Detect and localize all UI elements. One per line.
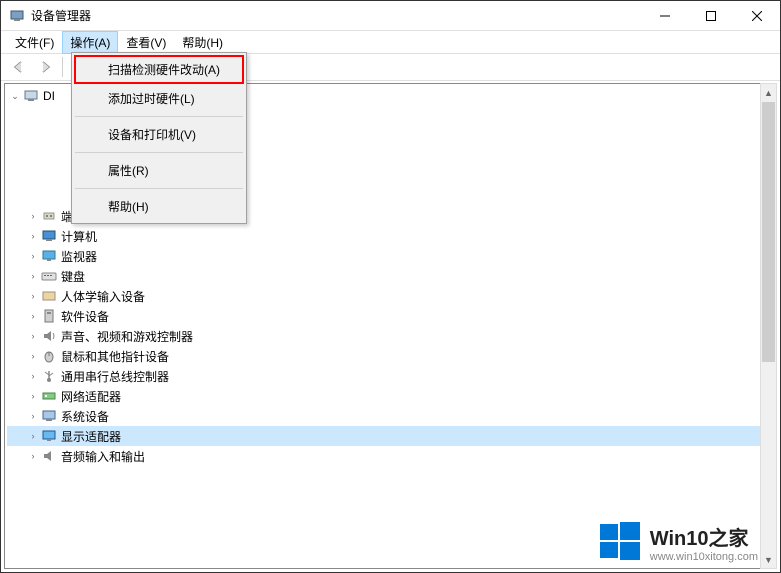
- menu-separator: [75, 188, 243, 189]
- tree-item-computer[interactable]: ›计算机: [7, 226, 774, 246]
- hid-icon: [41, 288, 57, 304]
- titlebar: 设备管理器: [1, 1, 780, 31]
- expand-icon[interactable]: ›: [25, 388, 41, 404]
- software-icon: [41, 308, 57, 324]
- expand-icon[interactable]: ›: [25, 288, 41, 304]
- scroll-down-button[interactable]: ▼: [761, 551, 776, 568]
- menu-add-legacy-hardware[interactable]: 添加过时硬件(L): [74, 84, 244, 113]
- window-controls: [642, 1, 780, 31]
- menu-separator: [75, 152, 243, 153]
- menu-help[interactable]: 帮助(H): [74, 192, 244, 221]
- menubar: 文件(F) 操作(A) 查看(V) 帮助(H): [1, 31, 780, 53]
- tree-item-software[interactable]: ›软件设备: [7, 306, 774, 326]
- usb-icon: [41, 368, 57, 384]
- vertical-scrollbar[interactable]: ▲ ▼: [760, 83, 777, 569]
- collapse-icon[interactable]: ⌄: [7, 88, 23, 104]
- menu-devices-printers[interactable]: 设备和打印机(V): [74, 120, 244, 149]
- menu-separator: [75, 116, 243, 117]
- mouse-icon: [41, 348, 57, 364]
- expand-icon[interactable]: ›: [25, 228, 41, 244]
- system-icon: [41, 408, 57, 424]
- expand-icon[interactable]: ›: [25, 408, 41, 424]
- expand-icon[interactable]: ›: [25, 248, 41, 264]
- scroll-up-button[interactable]: ▲: [761, 84, 776, 101]
- tree-item-keyboard[interactable]: ›键盘: [7, 266, 774, 286]
- menu-help[interactable]: 帮助(H): [174, 31, 231, 54]
- expand-icon[interactable]: ›: [25, 348, 41, 364]
- computer-icon: [41, 228, 57, 244]
- monitor-icon: [41, 248, 57, 264]
- expand-icon[interactable]: ›: [25, 368, 41, 384]
- tree-item-mouse[interactable]: ›鼠标和其他指针设备: [7, 346, 774, 366]
- expand-icon[interactable]: ›: [25, 428, 41, 444]
- tree-item-display[interactable]: ›显示适配器: [7, 426, 774, 446]
- tree-item-usb[interactable]: ›通用串行总线控制器: [7, 366, 774, 386]
- window-title: 设备管理器: [31, 7, 642, 24]
- computer-icon: [23, 88, 39, 104]
- expand-icon[interactable]: ›: [25, 448, 41, 464]
- app-icon: [9, 8, 25, 24]
- menu-action[interactable]: 操作(A): [62, 31, 118, 54]
- menu-scan-hardware[interactable]: 扫描检测硬件改动(A): [74, 55, 244, 84]
- expand-icon[interactable]: ›: [25, 308, 41, 324]
- network-icon: [41, 388, 57, 404]
- tree-item-audioio[interactable]: ›音频输入和输出: [7, 446, 774, 466]
- action-dropdown: 扫描检测硬件改动(A) 添加过时硬件(L) 设备和打印机(V) 属性(R) 帮助…: [71, 52, 247, 224]
- tree-item-monitor[interactable]: ›监视器: [7, 246, 774, 266]
- menu-view[interactable]: 查看(V): [118, 31, 174, 54]
- audioio-icon: [41, 448, 57, 464]
- toolbar-separator: [62, 57, 63, 77]
- maximize-button[interactable]: [688, 1, 734, 31]
- scrollbar-thumb[interactable]: [762, 102, 775, 362]
- expand-icon[interactable]: ›: [25, 208, 41, 224]
- audio-icon: [41, 328, 57, 344]
- expand-icon[interactable]: ›: [25, 328, 41, 344]
- keyboard-icon: [41, 268, 57, 284]
- tree-root-label: DI: [43, 89, 55, 103]
- tree-item-audio[interactable]: ›声音、视频和游戏控制器: [7, 326, 774, 346]
- close-button[interactable]: [734, 1, 780, 31]
- tree-item-system[interactable]: ›系统设备: [7, 406, 774, 426]
- forward-button[interactable]: [33, 56, 57, 78]
- tree-item-network[interactable]: ›网络适配器: [7, 386, 774, 406]
- menu-file[interactable]: 文件(F): [7, 31, 62, 54]
- tree-item-hid[interactable]: ›人体学输入设备: [7, 286, 774, 306]
- menu-properties[interactable]: 属性(R): [74, 156, 244, 185]
- minimize-button[interactable]: [642, 1, 688, 31]
- port-icon: [41, 208, 57, 224]
- back-button[interactable]: [7, 56, 31, 78]
- display-icon: [41, 428, 57, 444]
- expand-icon[interactable]: ›: [25, 268, 41, 284]
